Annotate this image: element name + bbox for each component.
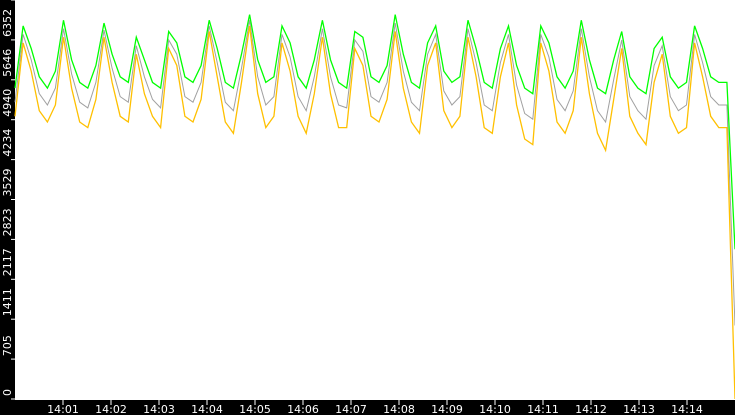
x-tick-label: 14:02 <box>95 403 127 415</box>
x-tick-label: 14:14 <box>671 403 703 415</box>
y-tick-label: 2823 <box>1 208 14 236</box>
line-chart: 0705141121172823352942344940564663527058… <box>0 0 735 415</box>
y-tick-label: 6352 <box>1 9 14 37</box>
y-tick-label: 705 <box>1 335 14 356</box>
x-tick-label: 14:12 <box>575 403 607 415</box>
x-tick-label: 14:07 <box>335 403 367 415</box>
x-tick-label: 14:01 <box>47 403 79 415</box>
x-tick-label: 14:13 <box>623 403 655 415</box>
x-tick-label: 14:08 <box>383 403 415 415</box>
x-tick-label: 14:11 <box>527 403 559 415</box>
y-tick-label: 2117 <box>1 248 14 276</box>
y-tick-label: 1411 <box>1 288 14 316</box>
x-tick-label: 14:05 <box>239 403 271 415</box>
x-tick-label: 14:09 <box>431 403 463 415</box>
x-tick-label: 14:06 <box>287 403 319 415</box>
y-tick-label: 5646 <box>1 49 14 77</box>
x-tick-label: 14:04 <box>191 403 223 415</box>
y-tick-label: 0 <box>1 389 14 396</box>
y-tick-label: 4234 <box>1 129 14 157</box>
x-tick-label: 14:10 <box>479 403 511 415</box>
x-tick-label: 14:03 <box>143 403 175 415</box>
y-tick-label: 3529 <box>1 169 14 197</box>
y-tick-label: 4940 <box>1 89 14 117</box>
